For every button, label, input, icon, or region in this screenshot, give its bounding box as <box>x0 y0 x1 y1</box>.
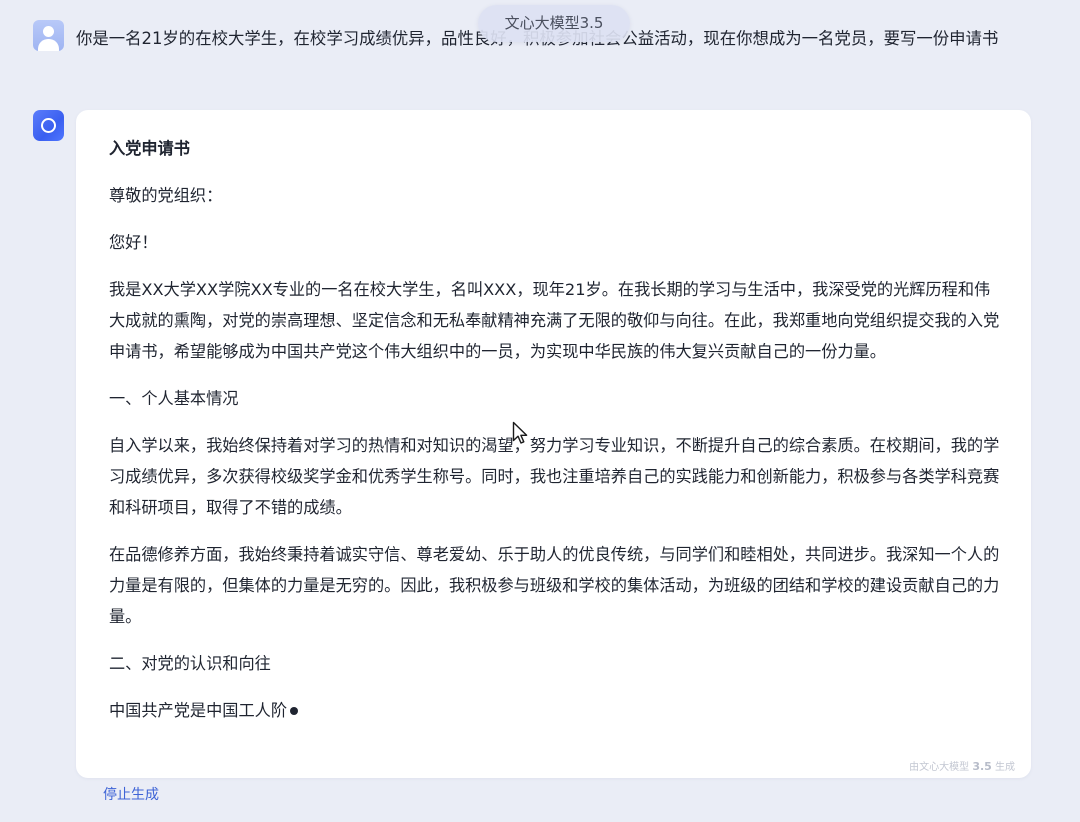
streaming-text: 中国共产党是中国工人阶 <box>109 701 288 720</box>
user-avatar-icon <box>33 20 64 51</box>
document-title: 入党申请书 <box>109 139 190 158</box>
watermark-suffix: 生成 <box>995 762 1015 773</box>
bot-ring-shape <box>41 118 56 133</box>
greeting: 您好！ <box>109 233 158 252</box>
answer-card: 入党申请书 尊敬的党组织： 您好！ 我是XX大学XX学院XX专业的一名在校大学生… <box>76 110 1031 778</box>
watermark-prefix: 由文心大模型 <box>909 762 970 773</box>
section-heading-party-understanding: 二、对党的认识和向往 <box>109 654 271 673</box>
study-paragraph: 自入学以来，我始终保持着对学习的热情和对知识的渴望，努力学习专业知识，不断提升自… <box>109 436 1000 517</box>
generated-watermark: 由文心大模型 3.5 生成 <box>909 758 1015 773</box>
typing-caret-icon <box>290 706 299 715</box>
salutation: 尊敬的党组织： <box>109 186 223 205</box>
intro-paragraph: 我是XX大学XX学院XX专业的一名在校大学生，名叫XXX，现年21岁。在我长期的… <box>109 280 1000 361</box>
stop-generating-button[interactable]: 停止生成 <box>103 784 159 804</box>
mouse-pointer-icon <box>512 421 528 444</box>
character-paragraph: 在品德修养方面，我始终秉持着诚实守信、尊老爱幼、乐于助人的优良传统，与同学们和睦… <box>109 545 1000 626</box>
section-heading-basic-info: 一、个人基本情况 <box>109 389 239 408</box>
answer-content: 入党申请书 尊敬的党组织： 您好！ 我是XX大学XX学院XX专业的一名在校大学生… <box>109 133 1001 742</box>
ernie-bot-icon <box>33 110 64 141</box>
avatar-head-shape <box>43 26 54 37</box>
model-name-badge[interactable]: 文心大模型3.5 <box>478 5 630 42</box>
watermark-version: 3.5 <box>972 760 992 773</box>
streaming-line: 中国共产党是中国工人阶 <box>109 695 1001 726</box>
avatar-shoulders-shape <box>38 39 59 51</box>
